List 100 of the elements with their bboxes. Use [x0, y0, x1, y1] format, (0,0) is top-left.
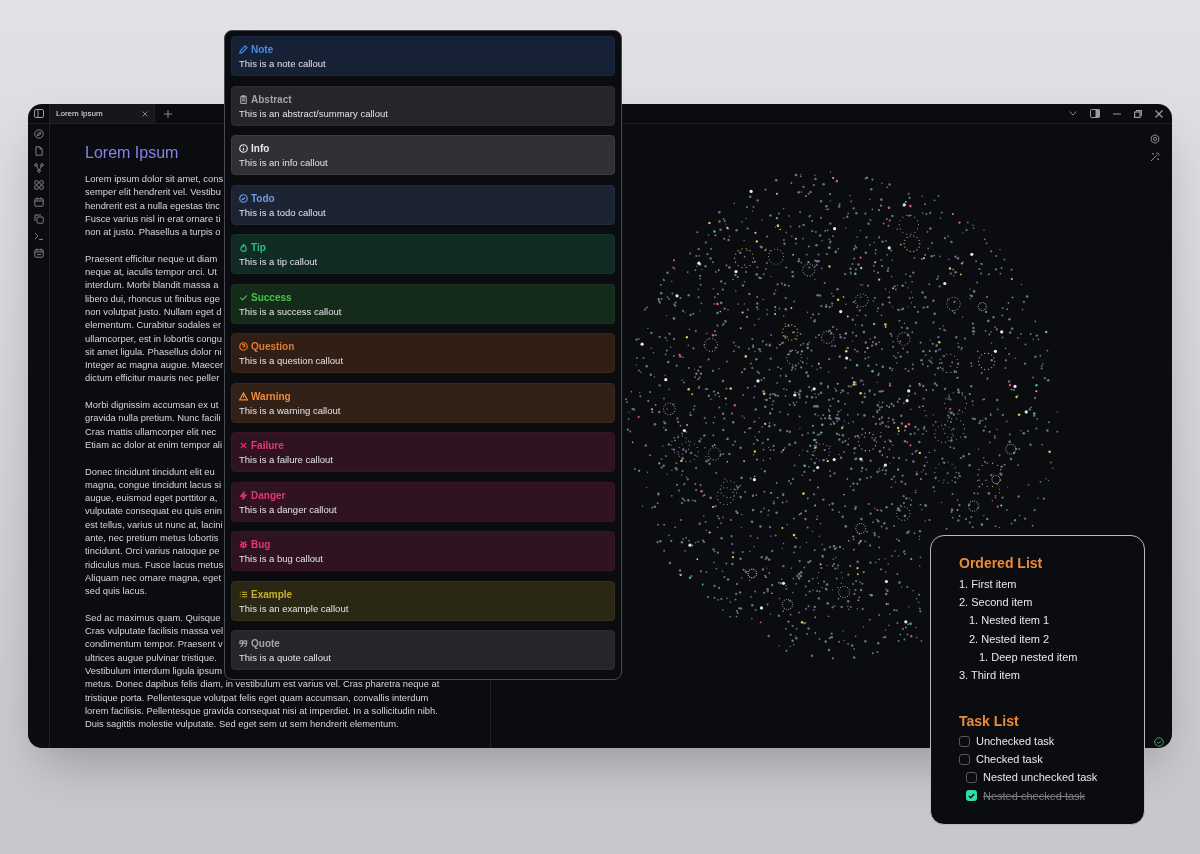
text-line: semper elit hendrerit vel. Vestibu	[85, 185, 221, 199]
list-item: 1. Deep nested item	[979, 649, 1078, 665]
restore-icon[interactable]	[1134, 109, 1142, 118]
calendar-icon[interactable]	[33, 248, 44, 258]
text-line: Cras vulputate facilisis massa vel	[85, 624, 224, 638]
checkbox[interactable]	[959, 735, 970, 747]
callout-title: Example	[251, 587, 293, 602]
text-line: augue, euismod eget porttitor a,	[85, 491, 218, 505]
list-icon	[239, 589, 248, 599]
graph-icon[interactable]	[33, 163, 44, 173]
text-line: Duis sagittis molestie vulputate. Sed eget sem ut sem hendrerit elementum.	[85, 717, 399, 731]
callout-title: Abstract	[251, 92, 292, 107]
question-icon	[239, 342, 248, 351]
clipboard-icon	[239, 94, 248, 104]
callout-title: Danger	[251, 488, 286, 503]
chevron-down-icon[interactable]	[1069, 111, 1077, 116]
checkbox[interactable]	[959, 754, 970, 765]
text-line: condimentum tempor. Praesent v	[85, 637, 223, 651]
callout-title: Info	[251, 142, 270, 156]
text-line: metus. Donec dapibus felis diam, in vestibulum est varius vel. Cras pharetra neque at	[85, 677, 440, 691]
callout-text: This is a note callout	[239, 57, 326, 70]
text-line: Vestibulum interdum ligula ipsum	[85, 664, 223, 678]
file-icon[interactable]	[33, 146, 44, 156]
text-line: ridiculus mus. Fusce lacus metus	[85, 557, 224, 571]
text-line: tristique porta. Pellentesque volutpat felis eget quam accumsan, convallis interdum	[85, 690, 429, 704]
callout-title: Failure	[251, 439, 284, 453]
callout-text: This is a todo callout	[239, 205, 326, 219]
info-icon	[239, 144, 248, 153]
bug-icon	[239, 540, 248, 549]
minimize-icon[interactable]	[1113, 112, 1121, 115]
close-tab-icon[interactable]	[142, 110, 148, 117]
callout-text: This is a failure callout	[239, 453, 333, 466]
callout-title: Note	[251, 43, 274, 57]
callout-text: This is a quote callout	[239, 651, 331, 664]
grid-icon[interactable]	[33, 180, 44, 190]
text-line: Integer ac magna augue. Maecer	[85, 358, 224, 372]
text-line: Cras mattis ullamcorper elit nec	[85, 424, 217, 438]
text-line: ultrices augue pulvinar tristique.	[85, 650, 217, 664]
terminal-icon[interactable]	[33, 231, 44, 241]
calendar-icon[interactable]	[33, 197, 44, 207]
checkbox[interactable]	[966, 772, 977, 784]
x-icon	[239, 441, 248, 450]
settings-icon[interactable]	[1150, 134, 1160, 144]
text-line: hendrerit est a nulla egestas tinc	[85, 198, 220, 212]
check-icon	[239, 292, 248, 302]
lightning-icon	[239, 490, 248, 500]
callout-title: Todo	[251, 191, 275, 206]
tab[interactable]: Lorem Ipsum	[50, 104, 155, 123]
callout-text: This is a tip callout	[239, 255, 318, 268]
text-line: libero dui, rhoncus ut finibus ege	[85, 291, 220, 305]
callout-text: This is an example callout	[239, 601, 349, 615]
callout-title: Quote	[251, 637, 280, 651]
sync-status-icon[interactable]	[1154, 737, 1164, 747]
text-line: sed quis lacus.	[85, 584, 147, 598]
text-line: dictum efficitur mauris nec peller	[85, 371, 220, 385]
text-line: sit amet ligula. Phasellus dolor ni	[85, 344, 222, 359]
flame-icon	[239, 243, 248, 252]
close-icon[interactable]	[1155, 109, 1163, 118]
text-line: lorem facilisis. Pellentesque gravida consequat nisi at imperdiet. In a sollicitudin nibh.	[85, 703, 438, 718]
callout-text: This is a danger callout	[239, 502, 337, 516]
text-line: non at justo. Phasellus a turpis o	[85, 225, 221, 239]
callout-text: This is an info callout	[239, 156, 328, 169]
callout-title: Tip	[251, 241, 266, 255]
list-heading: Ordered List	[959, 554, 1043, 572]
list-item: 1. Nested item 1	[969, 613, 1050, 629]
task-label: Checked task	[976, 752, 1043, 768]
text-line: tincidunt. Orci varius natoque pe	[85, 544, 220, 558]
check-circle-icon	[239, 193, 248, 203]
text-line: gravida nulla pretium. Nunc facili	[85, 411, 221, 425]
text-line: Morbi dignissim accumsan ex ut	[85, 398, 219, 412]
text-line: Etiam ac dolor at enim tempor ali	[85, 437, 223, 452]
copy-icon[interactable]	[33, 214, 44, 224]
callout-title: Question	[251, 340, 295, 354]
callout-text: This is a bug callout	[239, 552, 323, 565]
new-tab-icon[interactable]	[164, 109, 172, 118]
text-line: interdum. Morbi blandit massa a	[85, 278, 219, 292]
text-line: Donec tincidunt tincidunt elit eu	[85, 464, 215, 478]
text-line: neque at, iaculis tempor orci. Ut	[85, 265, 217, 279]
text-line: non volutpat justo. Nullam eget d	[85, 304, 222, 319]
callout-text: This is a warning callout	[239, 403, 341, 417]
callout-title: Bug	[251, 538, 271, 552]
sidebar-toggle-icon[interactable]	[1090, 109, 1100, 118]
checkbox[interactable]	[966, 790, 977, 802]
list-item: 1. First item	[959, 577, 1017, 592]
warning-icon	[239, 391, 248, 401]
callout-text: This is a question callout	[239, 354, 344, 367]
text-line: ullamcorper, est in lobortis congu	[85, 331, 223, 345]
compass-icon[interactable]	[33, 129, 44, 139]
sidebar-toggle-icon[interactable]	[33, 109, 44, 118]
text-line: magna, congue tincidunt lacus si	[85, 477, 222, 492]
callout-title: Success	[251, 290, 292, 305]
text-line: Praesent efficitur neque ut diam	[85, 251, 218, 266]
callout-title: Warning	[251, 389, 291, 404]
list-item: 2. Second item	[959, 595, 1033, 611]
text-line: Lorem ipsum dolor sit amet, cons	[85, 172, 224, 186]
magic-wand-icon[interactable]	[1150, 152, 1160, 162]
list-heading: Task List	[959, 712, 1019, 731]
pencil-icon	[239, 45, 248, 54]
list-item: 3. Third item	[959, 668, 1020, 683]
task-label: Nested unchecked task	[983, 770, 1098, 786]
